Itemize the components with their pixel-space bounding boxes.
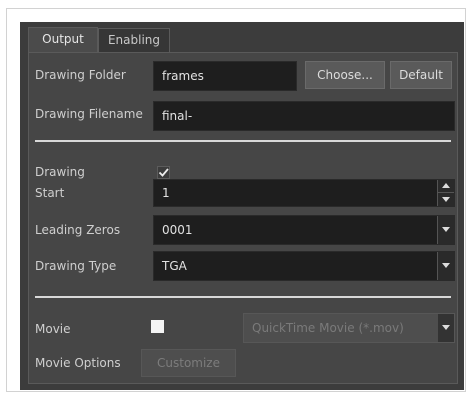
drawing-checkbox[interactable] bbox=[157, 166, 170, 179]
movie-options-label: Movie Options bbox=[35, 356, 121, 370]
drawing-filename-label: Drawing Filename bbox=[35, 107, 143, 121]
spin-down-icon[interactable] bbox=[438, 193, 454, 206]
start-value: 1 bbox=[162, 186, 170, 200]
choose-button[interactable]: Choose... bbox=[305, 61, 385, 89]
drawing-folder-field[interactable]: frames bbox=[153, 61, 297, 91]
separator-1 bbox=[35, 140, 451, 142]
start-spinbox[interactable]: 1 bbox=[153, 179, 455, 207]
drawing-folder-label: Drawing Folder bbox=[35, 68, 126, 82]
output-settings-dialog: Output Enabling Drawing Folder frames Ch… bbox=[20, 22, 464, 390]
output-panel: Drawing Folder frames Choose... Default … bbox=[28, 52, 458, 384]
drawing-label: Drawing bbox=[35, 165, 85, 179]
spin-up-icon[interactable] bbox=[438, 180, 454, 193]
tab-enabling[interactable]: Enabling bbox=[98, 28, 170, 52]
checkmark-icon bbox=[158, 168, 169, 177]
separator-2 bbox=[35, 296, 451, 298]
chevron-down-icon[interactable] bbox=[437, 252, 454, 280]
chevron-down-icon[interactable] bbox=[437, 216, 454, 244]
tab-output[interactable]: Output bbox=[28, 27, 98, 52]
drawing-type-value: TGA bbox=[162, 259, 187, 273]
drawing-filename-field[interactable]: final- bbox=[153, 101, 455, 131]
movie-label: Movie bbox=[35, 322, 71, 336]
leading-zeros-label: Leading Zeros bbox=[35, 223, 121, 237]
customize-button[interactable]: Customize bbox=[141, 349, 236, 377]
movie-format-value: QuickTime Movie (*.mov) bbox=[252, 321, 404, 335]
start-label: Start bbox=[35, 186, 65, 200]
drawing-type-label: Drawing Type bbox=[35, 259, 117, 273]
drawing-type-dropdown[interactable]: TGA bbox=[153, 251, 455, 281]
movie-checkbox[interactable] bbox=[151, 320, 164, 333]
start-spinner[interactable] bbox=[437, 180, 454, 206]
movie-format-dropdown[interactable]: QuickTime Movie (*.mov) bbox=[243, 313, 455, 343]
leading-zeros-value: 0001 bbox=[162, 223, 193, 237]
chevron-down-icon[interactable] bbox=[437, 314, 454, 342]
default-button[interactable]: Default bbox=[390, 61, 452, 89]
leading-zeros-dropdown[interactable]: 0001 bbox=[153, 215, 455, 245]
